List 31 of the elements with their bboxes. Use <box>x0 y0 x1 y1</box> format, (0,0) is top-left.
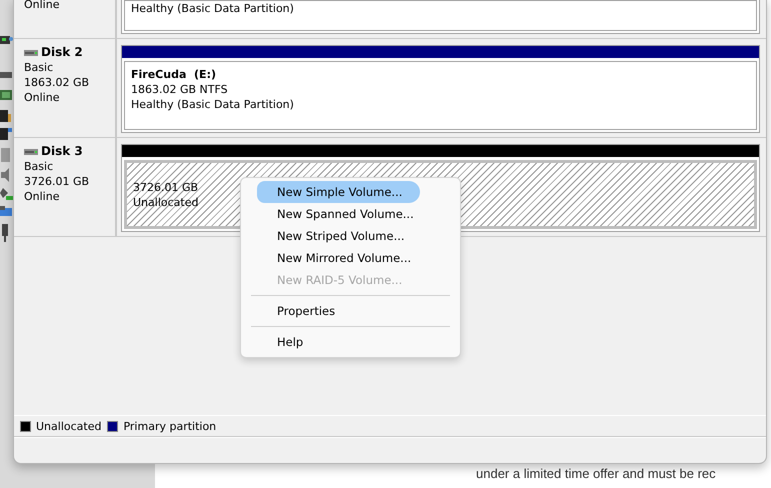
disk-info: Basic <box>24 60 54 75</box>
disk-name: Disk 3 <box>41 144 83 159</box>
disk-info: Online <box>24 0 60 12</box>
disk-info: Online <box>24 189 60 204</box>
partition-volume[interactable]: FireCuda (E:) 1863.02 GB NTFS Healthy (Basic Data Partition) <box>124 61 757 130</box>
volume-info: 3726.01 GB <box>133 180 198 194</box>
menu-item[interactable]: Properties <box>245 300 456 322</box>
menu-item[interactable]: New Spanned Volume... <box>245 203 456 225</box>
volume-info: Unallocated <box>133 194 198 210</box>
menu-item[interactable]: Help <box>245 331 456 353</box>
disk-info: Basic <box>24 159 54 174</box>
volume-info: 1863.02 GB NTFS <box>131 82 228 97</box>
menu-item[interactable]: New Simple Volume... <box>257 181 420 203</box>
menu-item[interactable]: New Striped Volume... <box>245 225 456 247</box>
disk-info: Online <box>24 90 60 105</box>
disk-label[interactable]: Online <box>14 0 117 38</box>
volume-info: Healthy (Basic Data Partition) <box>131 1 294 16</box>
drive-icon <box>24 148 38 154</box>
disk-name: Disk 2 <box>41 45 83 60</box>
legend-label: Primary partition <box>123 420 216 432</box>
article-text: under a limited time offer and must be rec <box>476 466 716 481</box>
disk-info: 1863.02 GB <box>24 75 90 90</box>
disk-label[interactable]: Disk 3 Basic 3726.01 GB Online <box>14 138 117 236</box>
legend-label: Unallocated <box>36 420 102 432</box>
disk-info: 3726.01 GB <box>24 174 90 189</box>
drive-icon <box>24 50 38 56</box>
volume-info: Healthy (Basic Data Partition) <box>131 97 294 112</box>
disk-label[interactable]: Disk 2 Basic 1863.02 GB Online <box>14 39 117 137</box>
menu-item[interactable]: New Mirrored Volume... <box>245 247 456 269</box>
volume-title: FireCuda (E:) <box>131 67 216 82</box>
partition-volume[interactable]: Healthy (Basic Data Partition) <box>124 0 757 31</box>
